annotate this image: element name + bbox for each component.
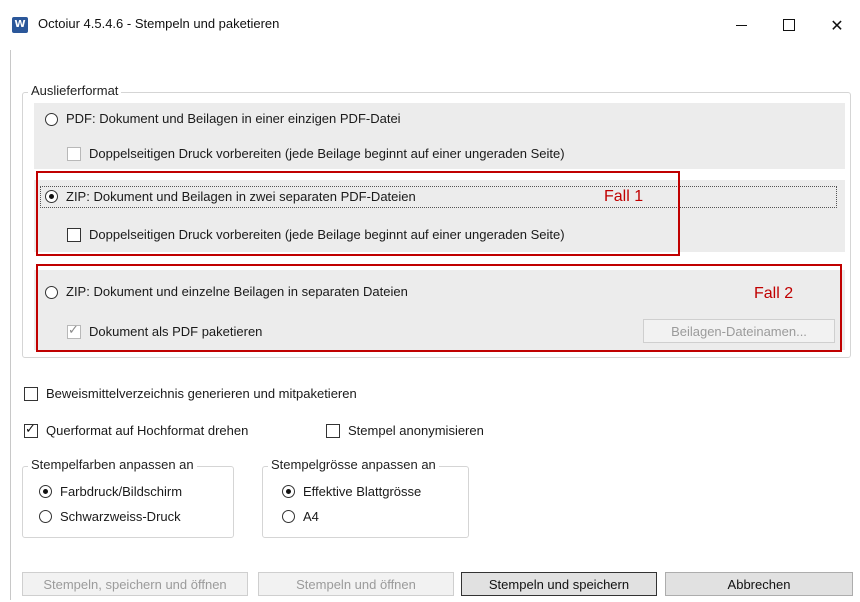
maximize-icon xyxy=(783,19,795,31)
minimize-button[interactable] xyxy=(718,8,764,42)
radio-color-print[interactable] xyxy=(39,485,52,498)
annotation-box-case-1 xyxy=(36,171,680,256)
stamp-open-button[interactable]: Stempeln und öffnen xyxy=(258,572,454,596)
radio-pdf[interactable] xyxy=(45,113,58,126)
radio-bw-print[interactable] xyxy=(39,510,52,523)
checkbox-evidence-list-label: Beweismittelverzeichnis generieren und m… xyxy=(46,386,357,401)
checkbox-evidence-list[interactable] xyxy=(24,387,38,401)
cancel-button[interactable]: Abbrechen xyxy=(665,572,853,596)
word-icon: W xyxy=(12,17,28,33)
stamp-save-button[interactable]: Stempeln und speichern xyxy=(461,572,657,596)
stamp-save-open-button[interactable]: Stempeln, speichern und öffnen xyxy=(22,572,248,596)
checkbox-anonymize[interactable] xyxy=(326,424,340,438)
checkbox-pdf-duplex-label: Doppelseitigen Druck vorbereiten (jede B… xyxy=(89,146,565,161)
close-icon: ✕ xyxy=(830,15,844,35)
delivery-format-legend: Auslieferformat xyxy=(28,83,122,98)
checkbox-anonymize-label: Stempel anonymisieren xyxy=(348,423,484,438)
radio-a4-label: A4 xyxy=(303,509,319,524)
title-bar: W Octoiur 4.5.4.6 - Stempeln und paketie… xyxy=(0,0,860,50)
radio-effective-size[interactable] xyxy=(282,485,295,498)
maximize-button[interactable] xyxy=(766,8,812,42)
annotation-label-case-1: Fall 1 xyxy=(604,188,644,205)
annotation-label-case-2: Fall 2 xyxy=(754,285,794,302)
close-button[interactable]: ✕ xyxy=(814,8,860,42)
radio-effective-size-label: Effektive Blattgrösse xyxy=(303,484,422,499)
checkbox-landscape-rotate[interactable] xyxy=(24,422,38,438)
checkbox-pdf-duplex[interactable] xyxy=(67,147,81,161)
annotation-box-case-2 xyxy=(36,264,842,352)
stamp-size-legend: Stempelgrösse anpassen an xyxy=(268,457,439,472)
stamp-size-group xyxy=(262,466,469,538)
radio-bw-print-label: Schwarzweiss-Druck xyxy=(60,509,181,524)
minimize-icon xyxy=(735,24,747,26)
checkbox-landscape-rotate-label: Querformat auf Hochformat drehen xyxy=(46,423,249,438)
stamp-colors-group xyxy=(22,466,234,538)
stamp-colors-legend: Stempelfarben anpassen an xyxy=(28,457,197,472)
radio-pdf-label: PDF: Dokument und Beilagen in einer einz… xyxy=(66,111,401,126)
radio-a4[interactable] xyxy=(282,510,295,523)
window-title: Octoiur 4.5.4.6 - Stempeln und paketiere… xyxy=(38,16,280,31)
radio-color-print-label: Farbdruck/Bildschirm xyxy=(60,484,183,499)
